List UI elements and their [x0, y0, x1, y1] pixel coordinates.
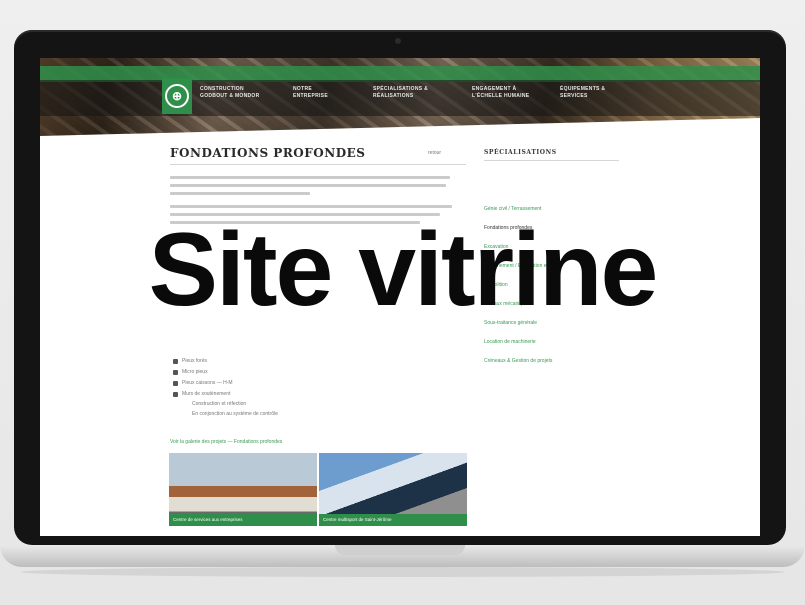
project-photo[interactable]: Centre de services aux entreprises	[169, 453, 317, 526]
sidebar-title: SPÉCIALISATIONS	[484, 149, 557, 156]
sub-list-item: Construction et réfection	[192, 401, 247, 407]
paragraph-line	[170, 192, 310, 195]
paragraph-line	[170, 205, 452, 208]
photo-caption: Centre multisport de Saint-Jérôme	[319, 514, 467, 526]
nav-item-entreprise[interactable]: NOTRE ENTREPRISE	[293, 86, 343, 100]
list-item: Murs de soutènement	[182, 391, 231, 397]
sidebar-item[interactable]: Location de machinerie	[484, 339, 536, 345]
sidebar-item[interactable]: Créneaux & Gestion de projets	[484, 358, 552, 364]
nav-item-engagement[interactable]: ENGAGEMENT À L'ÉCHELLE HUMAINE	[472, 86, 532, 100]
sidebar-divider	[484, 160, 619, 161]
paragraph-line	[170, 184, 446, 187]
list-item: Pieux forés	[182, 358, 208, 364]
logo-icon: ⊕	[165, 84, 189, 108]
paragraph-line	[170, 176, 450, 179]
list-item: Pieux caissons — H-M	[182, 380, 233, 386]
nav-item-specialisations[interactable]: SPÉCIALISATIONS & RÉALISATIONS	[373, 86, 443, 100]
site-logo[interactable]: ⊕	[162, 78, 192, 114]
bullet-icon	[173, 370, 178, 375]
bullet-icon	[173, 381, 178, 386]
laptop-notch	[335, 545, 465, 555]
project-photo[interactable]: Centre multisport de Saint-Jérôme	[319, 453, 467, 526]
nav-item-company-name[interactable]: CONSTRUCTION GODBOUT & MONDOR	[200, 86, 260, 100]
list-item: Micro pieux	[182, 369, 208, 375]
title-divider	[170, 164, 466, 165]
sub-list-item: En conjonction au système de contrôle	[192, 411, 278, 417]
bullet-icon	[173, 392, 178, 397]
bullet-icon	[173, 359, 178, 364]
back-link[interactable]: retour	[428, 150, 441, 156]
gallery-link[interactable]: Voir la galerie des projets — Fondations…	[170, 439, 282, 445]
laptop-shadow	[20, 567, 785, 577]
page-title: FONDATIONS PROFONDES	[170, 146, 366, 160]
nav-item-equipements[interactable]: ÉQUIPEMENTS & SERVICES	[560, 86, 622, 100]
webcam	[395, 38, 401, 44]
photo-caption: Centre de services aux entreprises	[169, 514, 317, 526]
overlay-title: Site vitrine	[148, 212, 659, 328]
